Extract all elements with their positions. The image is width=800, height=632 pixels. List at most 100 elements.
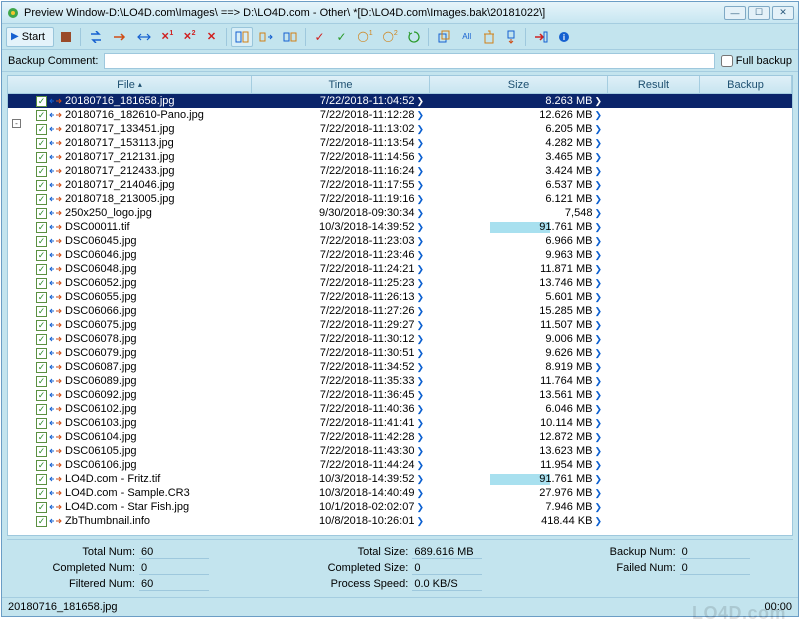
row-checkbox[interactable]: ✓ <box>36 292 47 303</box>
row-checkbox[interactable]: ✓ <box>36 166 47 177</box>
table-row[interactable]: ✓DSC06055.jpg7/22/2018-11:26:13❯5.601 MB… <box>8 290 792 304</box>
row-checkbox[interactable]: ✓ <box>36 502 47 513</box>
table-row[interactable]: ✓DSC06105.jpg7/22/2018-11:43:30❯13.623 M… <box>8 444 792 458</box>
row-checkbox[interactable]: ✓ <box>36 124 47 135</box>
row-checkbox[interactable]: ✓ <box>36 194 47 205</box>
table-row[interactable]: ✓DSC06087.jpg7/22/2018-11:34:52❯8.919 MB… <box>8 360 792 374</box>
check-red-button[interactable]: ✓ <box>310 27 330 47</box>
row-checkbox[interactable]: ✓ <box>36 250 47 261</box>
table-row[interactable]: ✓20180717_212433.jpg7/22/2018-11:16:24❯3… <box>8 164 792 178</box>
table-row[interactable]: ✓20180717_212131.jpg7/22/2018-11:14:56❯3… <box>8 150 792 164</box>
column-backup[interactable]: Backup <box>700 76 792 93</box>
table-row[interactable]: ✓DSC06046.jpg7/22/2018-11:23:46❯9.963 MB… <box>8 248 792 262</box>
table-row[interactable]: ✓DSC06089.jpg7/22/2018-11:35:33❯11.764 M… <box>8 374 792 388</box>
row-checkbox[interactable]: ✓ <box>36 208 47 219</box>
row-checkbox[interactable]: ✓ <box>36 138 47 149</box>
table-row[interactable]: ✓20180717_153113.jpg7/22/2018-11:13:54❯4… <box>8 136 792 150</box>
table-row[interactable]: ✓DSC06103.jpg7/22/2018-11:41:41❯10.114 M… <box>8 416 792 430</box>
full-backup-checkbox[interactable]: Full backup <box>721 55 792 67</box>
compare-button[interactable] <box>255 27 277 47</box>
table-row[interactable]: ✓LO4D.com - Fritz.tif10/3/2018-14:39:52❯… <box>8 472 792 486</box>
mirror-button[interactable] <box>279 27 301 47</box>
row-checkbox[interactable]: ✓ <box>36 460 47 471</box>
table-row[interactable]: ✓DSC06048.jpg7/22/2018-11:24:21❯11.871 M… <box>8 262 792 276</box>
check-green-button[interactable]: ✓ <box>332 27 352 47</box>
maximize-button[interactable]: ☐ <box>748 6 770 20</box>
sync-icon <box>49 306 63 316</box>
cancel-button[interactable]: ✕ <box>202 27 222 47</box>
row-checkbox[interactable]: ✓ <box>36 236 47 247</box>
row-checkbox[interactable]: ✓ <box>36 390 47 401</box>
table-row[interactable]: ✓DSC06079.jpg7/22/2018-11:30:51❯9.626 MB… <box>8 346 792 360</box>
filter-o1-button[interactable]: ◯1 <box>354 27 377 47</box>
titlebar[interactable]: Preview Window-D:\LO4D.com\Images\ ==> D… <box>2 2 798 24</box>
table-row[interactable]: ✓DSC06052.jpg7/22/2018-11:25:23❯13.746 M… <box>8 276 792 290</box>
row-checkbox[interactable]: ✓ <box>36 306 47 317</box>
tree-collapse-button[interactable]: - <box>12 119 21 128</box>
filter-o2-button[interactable]: ◯2 <box>379 27 402 47</box>
column-file[interactable]: File▴ <box>8 76 252 93</box>
row-checkbox[interactable]: ✓ <box>36 516 47 527</box>
select-all-button[interactable]: All <box>457 27 477 47</box>
delete-button[interactable] <box>479 27 499 47</box>
skip-x1-button[interactable]: ✕1 <box>157 27 177 47</box>
row-checkbox[interactable]: ✓ <box>36 96 47 107</box>
table-row[interactable]: ✓DSC06075.jpg7/22/2018-11:29:27❯11.507 M… <box>8 318 792 332</box>
exit-button[interactable] <box>530 27 552 47</box>
table-row[interactable]: ✓20180716_182610-Pano.jpg7/22/2018-11:12… <box>8 108 792 122</box>
row-checkbox[interactable]: ✓ <box>36 264 47 275</box>
row-checkbox[interactable]: ✓ <box>36 320 47 331</box>
skip-x2-button[interactable]: ✕2 <box>179 27 199 47</box>
row-checkbox[interactable]: ✓ <box>36 334 47 345</box>
table-row[interactable]: ✓DSC06078.jpg7/22/2018-11:30:12❯9.006 MB… <box>8 332 792 346</box>
table-row[interactable]: ✓ZbThumbnail.info10/8/2018-10:26:01❯418.… <box>8 514 792 528</box>
view-mode-button[interactable] <box>231 27 253 47</box>
full-backup-check-input[interactable] <box>721 55 733 67</box>
recycle-button[interactable] <box>404 27 424 47</box>
row-checkbox[interactable]: ✓ <box>36 418 47 429</box>
table-row[interactable]: ✓DSC06066.jpg7/22/2018-11:27:26❯15.285 M… <box>8 304 792 318</box>
copy-all-button[interactable] <box>433 27 455 47</box>
table-row[interactable]: ✓DSC00011.tif10/3/2018-14:39:52❯91.761 M… <box>8 220 792 234</box>
row-checkbox[interactable]: ✓ <box>36 278 47 289</box>
table-row[interactable]: ✓DSC06106.jpg7/22/2018-11:44:24❯11.954 M… <box>8 458 792 472</box>
minimize-button[interactable]: — <box>724 6 746 20</box>
file-time: 10/3/2018-14:39:52❯ <box>252 221 430 233</box>
table-row[interactable]: ✓20180717_133451.jpg7/22/2018-11:13:02❯6… <box>8 122 792 136</box>
column-result[interactable]: Result <box>608 76 700 93</box>
table-row[interactable]: ✓DSC06104.jpg7/22/2018-11:42:28❯12.872 M… <box>8 430 792 444</box>
help-button[interactable]: i <box>554 27 574 47</box>
table-row[interactable]: ✓20180718_213005.jpg7/22/2018-11:19:16❯6… <box>8 192 792 206</box>
sync-left-button[interactable] <box>85 27 107 47</box>
row-checkbox[interactable]: ✓ <box>36 474 47 485</box>
row-checkbox[interactable]: ✓ <box>36 376 47 387</box>
comment-input[interactable] <box>104 53 714 69</box>
table-row[interactable]: ✓20180716_181658.jpg7/22/2018-11:04:52❯8… <box>8 94 792 108</box>
row-checkbox[interactable]: ✓ <box>36 222 47 233</box>
row-checkbox[interactable]: ✓ <box>36 432 47 443</box>
table-row[interactable]: ✓DSC06045.jpg7/22/2018-11:23:03❯6.966 MB… <box>8 234 792 248</box>
row-checkbox[interactable]: ✓ <box>36 152 47 163</box>
table-row[interactable]: ✓DSC06102.jpg7/22/2018-11:40:36❯6.046 MB… <box>8 402 792 416</box>
sync-both-button[interactable] <box>133 27 155 47</box>
table-row[interactable]: ✓DSC06092.jpg7/22/2018-11:36:45❯13.561 M… <box>8 388 792 402</box>
row-checkbox[interactable]: ✓ <box>36 446 47 457</box>
table-row[interactable]: ✓20180717_214046.jpg7/22/2018-11:17:55❯6… <box>8 178 792 192</box>
grid-body[interactable]: ✓20180716_181658.jpg7/22/2018-11:04:52❯8… <box>8 94 792 535</box>
sync-right-button[interactable] <box>109 27 131 47</box>
stop-button[interactable] <box>56 27 76 47</box>
table-row[interactable]: ✓LO4D.com - Star Fish.jpg10/1/2018-02:02… <box>8 500 792 514</box>
row-checkbox[interactable]: ✓ <box>36 110 47 121</box>
row-checkbox[interactable]: ✓ <box>36 362 47 373</box>
column-size[interactable]: Size <box>430 76 608 93</box>
start-button[interactable]: ▶ Start <box>6 27 54 47</box>
table-row[interactable]: ✓250x250_logo.jpg9/30/2018-09:30:34❯7,54… <box>8 206 792 220</box>
row-checkbox[interactable]: ✓ <box>36 404 47 415</box>
column-time[interactable]: Time <box>252 76 430 93</box>
close-button[interactable]: ✕ <box>772 6 794 20</box>
table-row[interactable]: ✓LO4D.com - Sample.CR310/3/2018-14:40:49… <box>8 486 792 500</box>
row-checkbox[interactable]: ✓ <box>36 488 47 499</box>
row-checkbox[interactable]: ✓ <box>36 180 47 191</box>
row-checkbox[interactable]: ✓ <box>36 348 47 359</box>
move-down-button[interactable] <box>501 27 521 47</box>
